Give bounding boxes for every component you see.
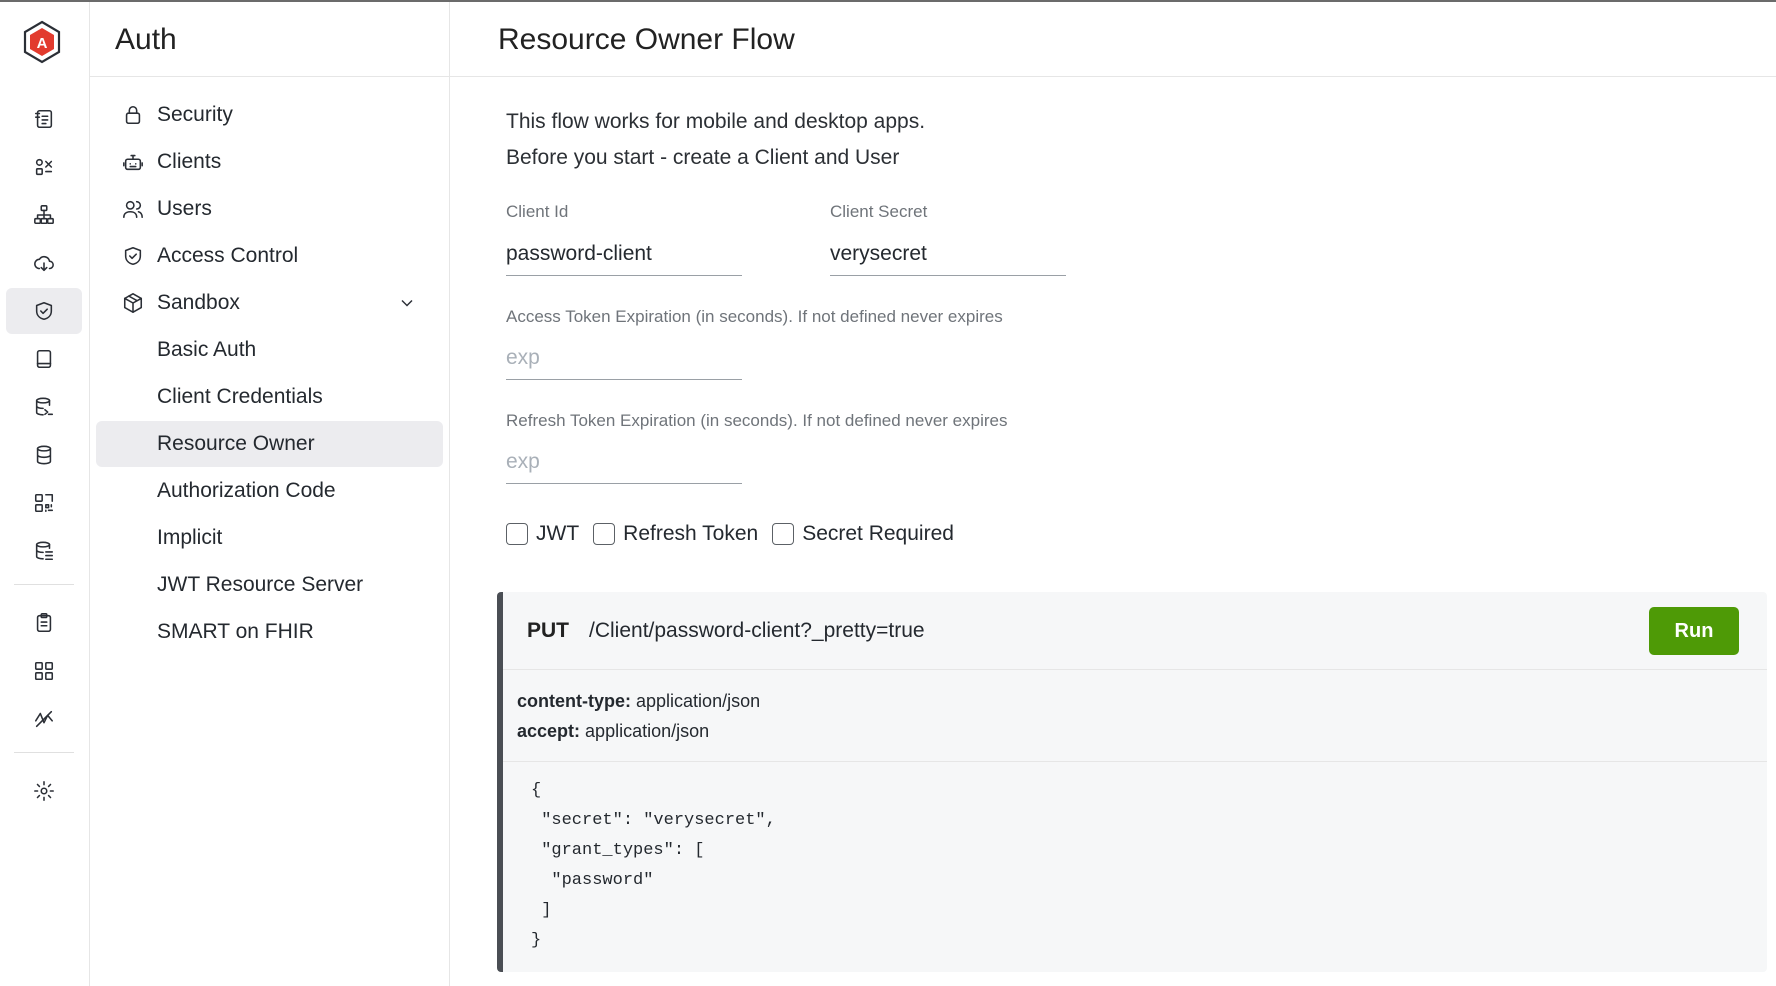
checkbox-label: JWT [536, 522, 580, 545]
robot-icon [121, 150, 145, 174]
request-card: PUT /Client/password-client?_pretty=true… [497, 592, 1767, 972]
auth-sidebar: Auth Security Clients Users Access Contr… [90, 2, 450, 986]
analytics-icon[interactable] [6, 696, 82, 742]
request-headers: content-type: application/json accept: a… [503, 670, 1767, 762]
request-body[interactable]: { "secret": "verysecret", "grant_types":… [503, 762, 1767, 956]
icon-rail: A [0, 2, 90, 986]
shield-icon[interactable] [6, 288, 82, 334]
sidebar-item-client-credentials[interactable]: Client Credentials [96, 374, 443, 420]
sidebar-item-label: Implicit [157, 526, 223, 549]
sidebar-item-label: Basic Auth [157, 338, 257, 361]
request-line: PUT /Client/password-client?_pretty=true… [503, 592, 1767, 670]
sidebar-item-users[interactable]: Users [96, 186, 443, 232]
qr-icon[interactable] [6, 480, 82, 526]
intro-line: Before you start - create a Client and U… [506, 146, 900, 169]
sidebar-item-label: JWT Resource Server [157, 573, 364, 596]
rail-divider [14, 584, 74, 585]
svg-text:A: A [37, 35, 48, 52]
sidebar-item-label: Security [157, 103, 233, 126]
db-console-icon[interactable] [6, 384, 82, 430]
book-icon[interactable] [6, 336, 82, 382]
cloud-icon[interactable] [6, 240, 82, 286]
sidebar-item-label: Access Control [157, 244, 299, 267]
refresh-token-expiration-input[interactable] [506, 440, 742, 484]
sidebar-item-label: SMART on FHIR [157, 620, 314, 643]
sidebar-item-label: Client Credentials [157, 385, 323, 408]
client-id-label: Client Id [506, 202, 569, 221]
sidebar-item-clients[interactable]: Clients [96, 139, 443, 185]
intro-line: This flow works for mobile and desktop a… [506, 110, 926, 133]
checkbox-box[interactable] [506, 523, 528, 545]
sidebar-item-basic-auth[interactable]: Basic Auth [96, 327, 443, 373]
sidebar-item-sandbox[interactable]: Sandbox [96, 280, 443, 326]
header-row: content-type: application/json [517, 686, 1767, 716]
header-key: content-type: [517, 691, 631, 711]
sidebar-item-jwt-resource-server[interactable]: JWT Resource Server [96, 562, 443, 608]
run-button[interactable]: Run [1649, 607, 1739, 655]
cube-icon [121, 291, 145, 315]
settings-icon[interactable] [6, 768, 82, 814]
header-key: accept: [517, 721, 581, 741]
client-secret-label: Client Secret [830, 202, 928, 221]
options-checkboxes: JWT Refresh Token Secret Required [506, 522, 968, 546]
sidebar-item-access-control[interactable]: Access Control [96, 233, 443, 279]
checkbox-label: Refresh Token [623, 522, 759, 545]
checkbox-box[interactable] [593, 523, 616, 545]
intro-text: This flow works for mobile and desktop a… [506, 104, 925, 176]
db-list-icon[interactable] [6, 528, 82, 574]
http-method: PUT [527, 618, 569, 642]
sidebar-item-label: Authorization Code [157, 479, 336, 502]
refresh-token-expiration-label: Refresh Token Expiration (in seconds). I… [506, 411, 1008, 430]
hierarchy-icon[interactable] [6, 192, 82, 238]
checkbox-box[interactable] [772, 523, 795, 545]
sidebar-item-label: Clients [157, 150, 222, 173]
checkbox-label: Secret Required [802, 522, 954, 545]
sidebar-item-implicit[interactable]: Implicit [96, 515, 443, 561]
sidebar-item-label: Resource Owner [157, 432, 315, 455]
sidebar-item-security[interactable]: Security [96, 92, 443, 138]
access-token-expiration-label: Access Token Expiration (in seconds). If… [506, 307, 1003, 326]
refresh-token-checkbox[interactable]: Refresh Token [593, 522, 758, 546]
database-icon[interactable] [6, 432, 82, 478]
client-secret-input[interactable] [830, 232, 1066, 276]
apps-grid-icon[interactable] [6, 648, 82, 694]
sidebar-item-smart-on-fhir[interactable]: SMART on FHIR [96, 609, 443, 655]
lock-icon [121, 103, 145, 127]
access-token-expiration-input[interactable] [506, 336, 742, 380]
shield-check-icon [121, 244, 145, 268]
jwt-checkbox[interactable]: JWT [506, 522, 579, 546]
sidebar-item-resource-owner[interactable]: Resource Owner [96, 421, 443, 467]
header-value: application/json [585, 721, 710, 741]
rest-console-icon[interactable] [6, 144, 82, 190]
chevron-down-icon[interactable] [397, 293, 417, 313]
sidebar-item-authorization-code[interactable]: Authorization Code [96, 468, 443, 514]
client-id-input[interactable] [506, 232, 742, 276]
secret-required-checkbox[interactable]: Secret Required [772, 522, 954, 546]
main-content: Resource Owner Flow This flow works for … [450, 2, 1776, 986]
rail-divider [14, 752, 74, 753]
clipboard-icon[interactable] [6, 600, 82, 646]
sidebar-item-label: Users [157, 197, 212, 220]
api-console-icon[interactable] [6, 96, 82, 142]
users-icon [121, 197, 145, 221]
sidebar-title: Auth [90, 2, 449, 77]
page-title: Resource Owner Flow [450, 2, 1776, 77]
aidbox-logo-icon[interactable]: A [22, 20, 62, 64]
request-url: /Client/password-client?_pretty=true [589, 618, 925, 642]
sidebar-item-label: Sandbox [157, 291, 240, 314]
header-row: accept: application/json [517, 716, 1767, 746]
header-value: application/json [636, 691, 761, 711]
